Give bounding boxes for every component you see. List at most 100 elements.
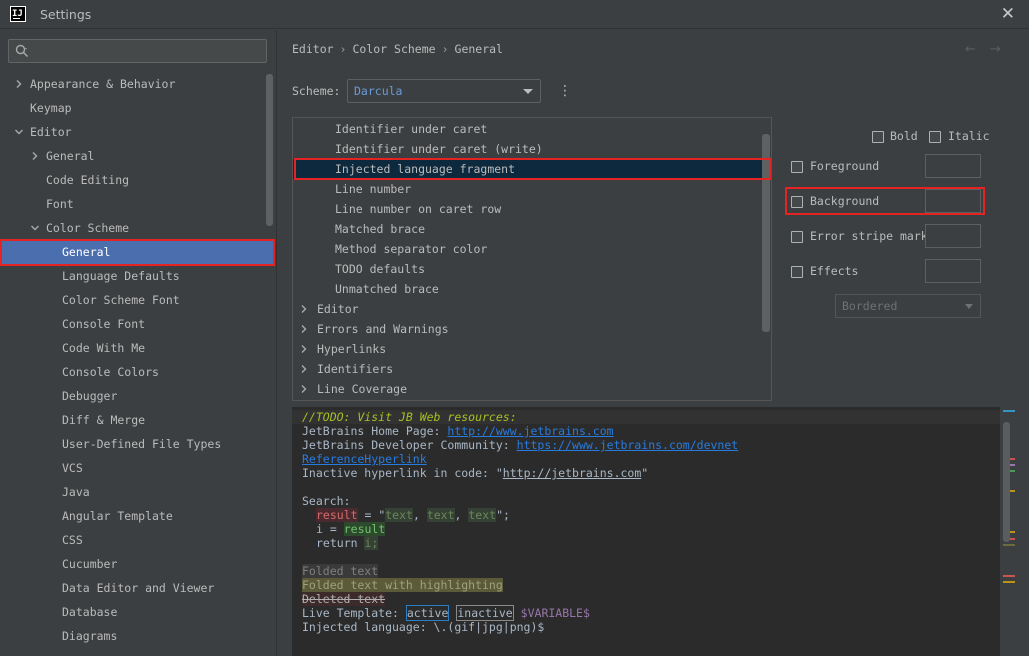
error-stripe-label: Error stripe mark [810, 229, 928, 243]
attribute-item-label: Method separator color [335, 242, 488, 256]
sidebar-item[interactable]: User-Defined File Types [0, 432, 266, 456]
settings-sidebar: Appearance & Behavior Keymap Editor General… [0, 30, 277, 656]
effects-color-swatch[interactable] [925, 259, 981, 283]
chevron-down-icon[interactable] [30, 223, 40, 233]
sidebar-item[interactable]: VCS [0, 456, 266, 480]
sidebar-item[interactable]: General [0, 144, 266, 168]
sidebar-item[interactable]: General [0, 240, 266, 264]
reference-hyperlink[interactable]: ReferenceHyperlink [302, 452, 427, 466]
hyperlink[interactable]: https://www.jetbrains.com/devnet [517, 438, 739, 452]
chevron-right-icon[interactable] [299, 324, 309, 334]
breadcrumb-item[interactable]: Editor [292, 42, 334, 56]
chevron-right-icon[interactable] [299, 304, 309, 314]
sidebar-item[interactable]: Console Font [0, 312, 266, 336]
attribute-item[interactable]: Editor [293, 299, 771, 319]
attribute-item[interactable]: Line number [293, 179, 771, 199]
sidebar-item[interactable]: Font [0, 192, 266, 216]
sidebar-item[interactable]: Code Editing [0, 168, 266, 192]
hyperlink[interactable]: http://www.jetbrains.com [447, 424, 613, 438]
search-input[interactable] [8, 39, 267, 63]
attribute-item[interactable]: Hyperlinks [293, 339, 771, 359]
sidebar-item[interactable]: Color Scheme Font [0, 288, 266, 312]
preview-text: i [316, 522, 323, 536]
preview-text: JetBrains Developer Community: [302, 438, 517, 452]
attribute-item[interactable]: Matched brace [293, 219, 771, 239]
chevron-down-icon[interactable] [14, 127, 24, 137]
background-label: Background [810, 194, 880, 208]
chevron-right-icon[interactable] [299, 364, 309, 374]
italic-checkbox[interactable] [929, 131, 941, 143]
stripe-mark [1003, 581, 1015, 583]
background-color-swatch[interactable] [925, 189, 981, 213]
sidebar-item[interactable]: CSS [0, 528, 266, 552]
sidebar-item[interactable]: Console Colors [0, 360, 266, 384]
attribute-item-label: Identifiers [317, 362, 394, 376]
attribute-item-label: Line number on caret row [335, 202, 502, 216]
preview-line: Deleted text [302, 592, 386, 606]
arrow-left-icon[interactable]: ← [965, 42, 976, 57]
sidebar-item[interactable]: Java [0, 480, 266, 504]
chevron-right-icon[interactable] [30, 151, 40, 161]
attribute-item[interactable]: Identifiers [293, 359, 771, 379]
foreground-checkbox[interactable] [791, 161, 803, 173]
more-vertical-icon[interactable]: ⋮ [558, 81, 572, 101]
sidebar-item-label: Color Scheme [46, 221, 130, 235]
error-stripe-checkbox[interactable] [791, 231, 803, 243]
error-stripe-color-swatch[interactable] [925, 224, 981, 248]
attribute-item[interactable]: Errors and Warnings [293, 319, 771, 339]
background-checkbox[interactable] [791, 196, 803, 208]
attribute-list-scrollbar[interactable] [762, 134, 770, 332]
italic-label: Italic [948, 129, 990, 143]
sidebar-item-label: Font [46, 197, 74, 211]
preview-scrollbar[interactable] [1003, 422, 1010, 542]
sidebar-scrollbar[interactable] [266, 74, 273, 226]
attribute-item-label: Identifier under caret (write) [335, 142, 543, 156]
breadcrumb-item[interactable]: Color Scheme [352, 42, 435, 56]
sidebar-item[interactable]: Database [0, 600, 266, 624]
chevron-right-icon[interactable] [299, 344, 309, 354]
preview-editor[interactable]: //TODO: Visit JB Web resources: JetBrain… [292, 407, 1014, 656]
effects-checkbox[interactable] [791, 266, 803, 278]
sidebar-item-label: Data Editor and Viewer [62, 581, 215, 595]
preview-line: JetBrains Developer Community: https://w… [302, 438, 738, 452]
chevron-right-icon[interactable] [299, 384, 309, 394]
sidebar-item[interactable]: Data Editor and Viewer [0, 576, 266, 600]
attribute-item[interactable]: Identifier under caret [293, 119, 771, 139]
sidebar-item[interactable]: Diff & Merge [0, 408, 266, 432]
attribute-item[interactable]: Unmatched brace [293, 279, 771, 299]
sidebar-item[interactable]: Appearance & Behavior [0, 72, 266, 96]
sidebar-item[interactable]: Language Defaults [0, 264, 266, 288]
sidebar-item[interactable]: Angular Template [0, 504, 266, 528]
sidebar-item[interactable]: Cucumber [0, 552, 266, 576]
sidebar-item-label: Appearance & Behavior [30, 77, 176, 91]
attribute-item[interactable]: TODO defaults [293, 259, 771, 279]
preview-text: Injected language: \.(gif|jpg|png)$ [302, 620, 545, 634]
effect-type-select[interactable]: Bordered [835, 294, 981, 318]
chevron-right-icon[interactable] [14, 79, 24, 89]
sidebar-item-label: Database [62, 605, 118, 619]
breadcrumb-item: General [454, 42, 503, 56]
sidebar-item[interactable]: Debugger [0, 384, 266, 408]
preview-line: return i; [316, 536, 379, 550]
attribute-item[interactable]: Method separator color [293, 239, 771, 259]
preview-text: "; [496, 508, 510, 522]
close-icon[interactable]: ✕ [1001, 4, 1015, 24]
attribute-item[interactable]: Injected language fragment [293, 159, 771, 179]
search-match: text [385, 508, 413, 522]
sidebar-item[interactable]: Diagrams [0, 624, 266, 648]
attribute-item[interactable]: Line Coverage [293, 379, 771, 399]
sidebar-item[interactable]: Color Scheme [0, 216, 266, 240]
sidebar-item[interactable]: Editor [0, 120, 266, 144]
attribute-item[interactable]: Line number on caret row [293, 199, 771, 219]
preview-text: = [322, 522, 344, 536]
attribute-item-label: Errors and Warnings [317, 322, 449, 336]
attribute-item[interactable]: Identifier under caret (write) [293, 139, 771, 159]
bold-checkbox[interactable] [872, 131, 884, 143]
attribute-item-label: Hyperlinks [317, 342, 387, 356]
arrow-right-icon[interactable]: → [990, 42, 1001, 57]
sidebar-item[interactable]: Code With Me [0, 336, 266, 360]
sidebar-item[interactable]: Keymap [0, 96, 266, 120]
bold-label: Bold [890, 129, 918, 143]
scheme-select[interactable]: Darcula [347, 79, 541, 103]
foreground-color-swatch[interactable] [925, 154, 981, 178]
